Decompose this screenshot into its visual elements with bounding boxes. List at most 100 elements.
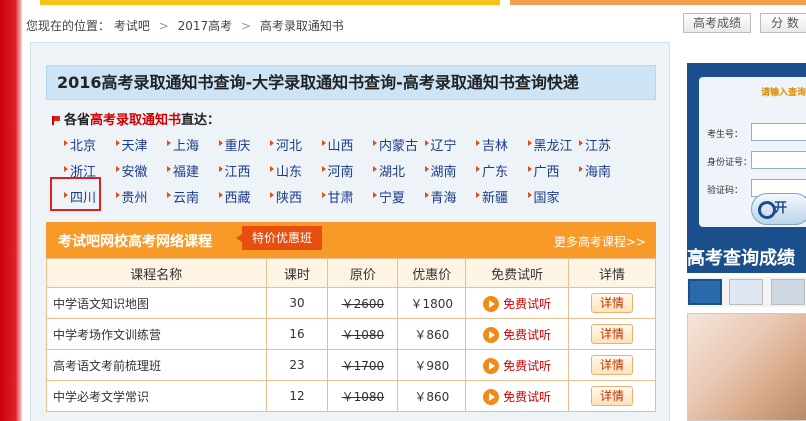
breadcrumb-item-notice[interactable]: 高考录取通知书 (260, 19, 344, 33)
play-icon[interactable] (483, 326, 500, 343)
banner-title: 高考查询成绩 (687, 248, 795, 269)
table-row: 中学语文知识地图 30 ￥2600 ￥1800 免费试听 详情 (46, 287, 656, 319)
table-row: 中学考场作文训练营 16 ￥1080 ￥860 免费试听 详情 (46, 318, 656, 350)
province-link[interactable]: 甘肃 (321, 187, 374, 206)
discount-tag[interactable]: 特价优惠班 (235, 226, 323, 250)
province-link[interactable]: 青海 (424, 187, 477, 206)
thumbnail-strip (687, 277, 806, 307)
course-name-link[interactable]: 高考语文考前梳理班 (46, 349, 267, 381)
code-label: 验证码： (707, 186, 744, 196)
province-link[interactable]: 重庆 (218, 135, 271, 154)
course-name-link[interactable]: 中学考场作文训练营 (46, 318, 267, 350)
play-icon[interactable] (483, 388, 500, 405)
heading-highlight-link[interactable]: 高考录取通知书 (90, 113, 181, 128)
course-table: 课程名称 课时 原价 优惠价 免费试听 详情 中学语文知识地图 30 ￥2600… (46, 258, 656, 412)
course-orig-price: ￥1080 (327, 318, 399, 350)
score-query-banner[interactable]: 请输入查询 考生号： 身份证号： 验证码： 开 高考查询成绩 (687, 63, 806, 273)
col-header-sale: 优惠价 (397, 258, 467, 288)
breadcrumb-item-2017gaokao[interactable]: 2017高考 (178, 19, 233, 33)
free-trial-cell[interactable]: 免费试听 (465, 349, 570, 381)
exam-no-field[interactable] (751, 123, 806, 141)
province-link[interactable]: 江西 (218, 161, 271, 180)
province-link[interactable]: 广东 (476, 161, 528, 180)
table-row: 中学必考文学常识 12 ￥1080 ￥860 免费试听 详情 (46, 380, 656, 412)
heading-prefix: 各省 (64, 113, 91, 128)
free-trial-cell[interactable]: 免费试听 (465, 318, 570, 350)
province-link[interactable]: 陕西 (270, 187, 322, 206)
province-link[interactable]: 山东 (270, 161, 322, 180)
province-link[interactable]: 海南 (579, 161, 631, 180)
province-link[interactable]: 辽宁 (424, 135, 477, 154)
thumbnail[interactable] (729, 279, 763, 305)
flag-icon (52, 116, 60, 125)
province-link[interactable]: 国家 (527, 187, 580, 206)
breadcrumb: 您现在的位置： 考试吧 > 2017高考 > 高考录取通知书 (26, 17, 344, 34)
province-link[interactable]: 宁夏 (373, 187, 425, 206)
course-orig-price: ￥1080 (327, 380, 399, 412)
free-trial-link[interactable]: 免费试听 (503, 328, 551, 342)
top-banner-right (510, 0, 806, 5)
free-trial-cell[interactable]: 免费试听 (465, 380, 570, 412)
score-button[interactable]: 分 数 (760, 13, 806, 33)
side-photo[interactable] (687, 313, 806, 421)
free-trial-link[interactable]: 免费试听 (503, 390, 551, 404)
province-link[interactable]: 贵州 (115, 187, 168, 206)
course-name-link[interactable]: 中学语文知识地图 (46, 287, 267, 319)
exam-no-label: 考生号： (707, 130, 744, 140)
form-title: 请输入查询 (761, 88, 806, 98)
course-sale-price: ￥1800 (397, 287, 467, 319)
province-link[interactable]: 内蒙古 (373, 135, 425, 154)
course-name-link[interactable]: 中学必考文学常识 (46, 380, 267, 412)
free-trial-link[interactable]: 免费试听 (503, 359, 551, 373)
province-link[interactable]: 河南 (321, 161, 374, 180)
province-heading: 各省高考录取通知书直达： (52, 109, 220, 128)
free-trial-link[interactable]: 免费试听 (503, 297, 551, 311)
province-link[interactable]: 天津 (115, 135, 168, 154)
detail-button[interactable]: 详情 (591, 386, 634, 406)
gaokao-score-button[interactable]: 高考成绩 (683, 13, 751, 33)
detail-button[interactable]: 详情 (591, 293, 634, 313)
thumbnail[interactable] (688, 279, 722, 305)
id-no-field[interactable] (751, 151, 806, 169)
detail-cell: 详情 (568, 287, 656, 319)
more-courses-link[interactable]: 更多高考课程>> (554, 233, 646, 250)
province-link[interactable]: 山西 (321, 135, 374, 154)
breadcrumb-item-kaoshiba[interactable]: 考试吧 (114, 19, 150, 33)
province-link[interactable]: 广西 (527, 161, 580, 180)
col-header-hours: 课时 (265, 258, 329, 288)
detail-cell: 详情 (568, 380, 656, 412)
search-button[interactable]: 开 (751, 193, 806, 225)
detail-button[interactable]: 详情 (591, 324, 634, 344)
province-link[interactable]: 北京 (64, 135, 116, 154)
province-link[interactable]: 云南 (167, 187, 219, 206)
course-hours: 23 (265, 349, 329, 381)
province-link[interactable]: 吉林 (476, 135, 528, 154)
main-content: 2016高考录取通知书查询-大学录取通知书查询-高考录取通知书查询快递 各省高考… (30, 42, 670, 421)
province-link[interactable]: 安徽 (115, 161, 168, 180)
detail-cell: 详情 (568, 318, 656, 350)
province-link[interactable]: 湖北 (373, 161, 425, 180)
course-section-title: 考试吧网校高考网络课程 (58, 234, 212, 250)
play-icon[interactable] (483, 357, 500, 374)
play-icon[interactable] (483, 295, 500, 312)
province-link[interactable]: 西藏 (218, 187, 271, 206)
province-row: 四川 贵州 云南 西藏 陕西 甘肃 宁夏 青海 新疆 国家 (64, 183, 664, 209)
breadcrumb-separator: > (158, 19, 169, 33)
province-link[interactable]: 福建 (167, 161, 219, 180)
province-link[interactable]: 新疆 (476, 187, 528, 206)
course-orig-price: ￥1700 (327, 349, 399, 381)
province-link[interactable]: 湖南 (424, 161, 477, 180)
province-link[interactable]: 江苏 (579, 135, 631, 154)
course-hours: 12 (265, 380, 329, 412)
province-link[interactable]: 上海 (167, 135, 219, 154)
province-link[interactable]: 河北 (270, 135, 322, 154)
breadcrumb-prefix: 您现在的位置： (26, 19, 111, 33)
thumbnail[interactable] (771, 279, 805, 305)
page-title: 2016高考录取通知书查询-大学录取通知书查询-高考录取通知书查询快递 (46, 65, 656, 100)
province-row: 浙江 安徽 福建 江西 山东 河南 湖北 湖南 广东 广西 海南 (64, 157, 664, 183)
province-link[interactable]: 黑龙江 (527, 135, 580, 154)
detail-button[interactable]: 详情 (591, 355, 634, 375)
free-trial-cell[interactable]: 免费试听 (465, 287, 570, 319)
col-header-name: 课程名称 (46, 258, 267, 288)
course-sale-price: ￥860 (397, 318, 467, 350)
